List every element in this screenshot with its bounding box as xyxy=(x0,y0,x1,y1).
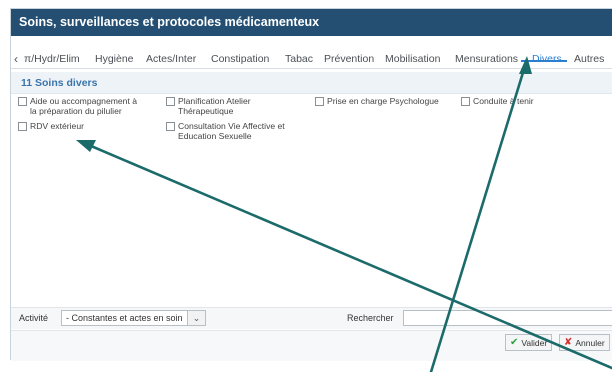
search-label: Rechercher xyxy=(347,313,394,323)
check-icon: ✔ xyxy=(510,337,519,348)
care-item-label: Consultation Vie Affective et Education … xyxy=(178,121,285,141)
tab-hydr-elim[interactable]: π/Hydr/Elim xyxy=(24,53,80,65)
dialog-title: Soins, surveillances et protocoles médic… xyxy=(19,15,320,29)
cancel-label: Annuler xyxy=(575,337,605,348)
chevron-down-icon[interactable]: ⌄ xyxy=(187,311,205,325)
checkbox[interactable] xyxy=(18,97,27,106)
tab-tabac[interactable]: Tabac xyxy=(285,53,313,65)
dialog-titlebar: Soins, surveillances et protocoles médic… xyxy=(11,9,612,36)
cross-icon: ✘ xyxy=(564,337,573,348)
care-item-label: Prise en charge Psychologue xyxy=(327,96,439,106)
care-item-atelier[interactable]: Planification Atelier Thérapeutique xyxy=(166,96,251,116)
tab-actes-inter[interactable]: Actes/Inter xyxy=(146,53,196,65)
activite-label: Activité xyxy=(19,313,49,323)
tab-bar: ‹ π/Hydr/Elim Hygiène Actes/Inter Consti… xyxy=(11,41,612,69)
search-input[interactable] xyxy=(403,310,612,326)
checkbox[interactable] xyxy=(166,97,175,106)
care-dialog: Soins, surveillances et protocoles médic… xyxy=(10,8,612,361)
tab-constipation[interactable]: Constipation xyxy=(211,53,269,65)
care-item-consultation[interactable]: Consultation Vie Affective et Education … xyxy=(166,121,285,141)
tab-prevention[interactable]: Prévention xyxy=(324,53,374,65)
tab-scroll-left-icon[interactable]: ‹ xyxy=(14,52,18,66)
activite-value: - Constantes et actes en soin xyxy=(66,313,183,323)
section-header: 11 Soins divers xyxy=(11,72,612,94)
care-item-label: Planification Atelier Thérapeutique xyxy=(178,96,251,116)
tab-mobilisation[interactable]: Mobilisation xyxy=(385,53,440,65)
screenshot-stage: Soins, surveillances et protocoles médic… xyxy=(0,0,612,372)
tab-mensurations[interactable]: Mensurations xyxy=(455,53,518,65)
section-title: 11 Soins divers xyxy=(21,77,98,89)
care-item-conduite[interactable]: Conduite à tenir xyxy=(461,96,534,107)
care-item-label: Aide ou accompagnement à la préparation … xyxy=(30,96,138,116)
validate-button[interactable]: ✔ Valider xyxy=(505,334,553,351)
cancel-button[interactable]: ✘ Annuler xyxy=(559,334,610,351)
care-item-psychologue[interactable]: Prise en charge Psychologue xyxy=(315,96,439,107)
care-item-label: Conduite à tenir xyxy=(473,96,534,106)
checkbox[interactable] xyxy=(461,97,470,106)
tab-hygiene[interactable]: Hygiène xyxy=(95,53,134,65)
tab-divers[interactable]: Divers xyxy=(532,53,562,65)
activite-select[interactable]: - Constantes et actes en soin ⌄ xyxy=(61,310,206,326)
active-tab-indicator xyxy=(521,60,567,62)
care-item-label: RDV extérieur xyxy=(30,121,84,131)
validate-label: Valider xyxy=(521,337,548,348)
checkbox[interactable] xyxy=(18,122,27,131)
checkbox[interactable] xyxy=(315,97,324,106)
care-item-rdv-exterieur[interactable]: RDV extérieur xyxy=(18,121,84,132)
tab-autres[interactable]: Autres xyxy=(574,53,604,65)
checkbox[interactable] xyxy=(166,122,175,131)
care-item-pilulier[interactable]: Aide ou accompagnement à la préparation … xyxy=(18,96,138,116)
